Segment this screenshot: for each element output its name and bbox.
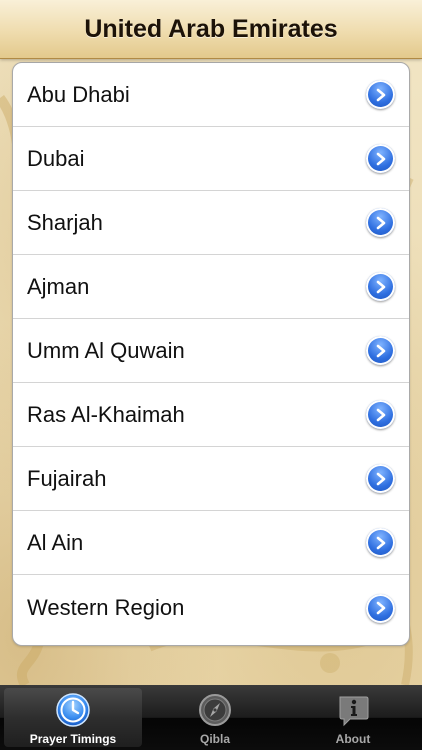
list-item-label: Western Region: [27, 595, 185, 620]
chevron-right-circle-icon[interactable]: [366, 208, 395, 237]
chevron-right-circle-icon[interactable]: [366, 400, 395, 429]
list-item-emirate[interactable]: Sharjah: [13, 191, 409, 255]
list-item-emirate[interactable]: Umm Al Quwain: [13, 319, 409, 383]
list-item-label: Ras Al-Khaimah: [27, 401, 185, 427]
clock-icon: [53, 690, 93, 730]
page-title: United Arab Emirates: [84, 14, 338, 43]
emirates-list: Abu Dhabi Dubai Sharjah Ajman Umm Al Quw…: [12, 62, 410, 646]
chevron-right-circle-icon[interactable]: [366, 80, 395, 109]
list-item-label: Sharjah: [27, 209, 103, 235]
navigation-bar: United Arab Emirates: [0, 0, 422, 59]
list-item-emirate[interactable]: Ras Al-Khaimah: [13, 383, 409, 447]
chevron-right-circle-icon[interactable]: [366, 593, 395, 623]
app-screen: United Arab Emirates Abu Dhabi Dubai Sha…: [0, 0, 422, 750]
chevron-right-circle-icon[interactable]: [366, 144, 395, 173]
list-item-label: Ajman: [27, 273, 90, 299]
chevron-right-circle-icon[interactable]: [366, 464, 395, 493]
tab-label: Prayer Timings: [29, 732, 117, 746]
list-item-emirate[interactable]: Al Ain: [13, 511, 409, 575]
chevron-right-circle-icon[interactable]: [366, 528, 395, 557]
list-item-label: Al Ain: [27, 529, 84, 555]
info-icon: [333, 690, 373, 730]
tab-label: About: [335, 732, 371, 746]
compass-icon: [195, 690, 235, 730]
list-item-label: Fujairah: [27, 465, 107, 491]
tab-bar: Prayer Timings Qibla About: [0, 685, 422, 750]
chevron-right-circle-icon[interactable]: [366, 336, 395, 365]
list-item-emirate[interactable]: Dubai: [13, 127, 409, 191]
tab-prayer-timings[interactable]: Prayer Timings: [4, 688, 142, 747]
list-item-emirate[interactable]: Western Region: [13, 575, 409, 641]
list-item-label: Umm Al Quwain: [27, 337, 185, 363]
list-item-emirate[interactable]: Fujairah: [13, 447, 409, 511]
list-item-emirate[interactable]: Abu Dhabi: [13, 63, 409, 127]
tab-label: Qibla: [199, 732, 230, 746]
chevron-right-circle-icon[interactable]: [366, 272, 395, 301]
list-item-emirate[interactable]: Ajman: [13, 255, 409, 319]
tab-about[interactable]: About: [284, 685, 422, 750]
list-item-label: Dubai: [27, 145, 85, 171]
list-item-label: Abu Dhabi: [27, 81, 130, 107]
tab-qibla[interactable]: Qibla: [146, 685, 284, 750]
